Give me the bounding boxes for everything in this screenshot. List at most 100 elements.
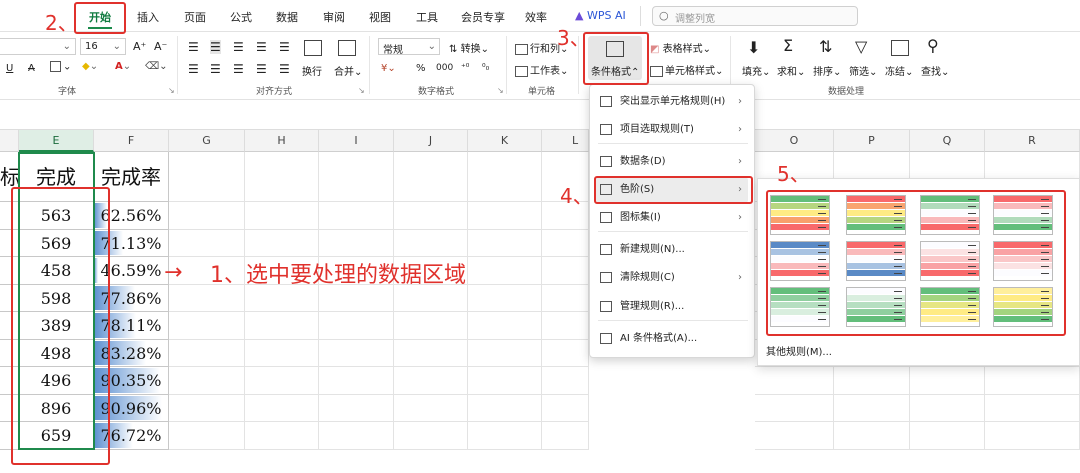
tab-insert[interactable]: 插入: [137, 9, 159, 25]
empty-cell[interactable]: [245, 367, 319, 395]
empty-cell[interactable]: [169, 229, 245, 257]
empty-cell[interactable]: [468, 152, 542, 202]
empty-cell[interactable]: [319, 394, 394, 422]
empty-cell[interactable]: [542, 229, 589, 257]
font-size-select[interactable]: 16 ⌄: [80, 38, 126, 55]
column-header-p[interactable]: P: [834, 130, 910, 152]
align-middle-icon[interactable]: ☰: [210, 40, 221, 54]
menu-item-ai-conditional-format[interactable]: AI 条件格式(A)...: [596, 326, 748, 352]
empty-cell[interactable]: [394, 422, 468, 450]
empty-cell[interactable]: [834, 394, 910, 422]
empty-cell[interactable]: [910, 367, 985, 395]
sort-button[interactable]: 排序⌄: [813, 63, 841, 78]
empty-cell[interactable]: [542, 367, 589, 395]
column-header-h[interactable]: H: [245, 130, 319, 152]
empty-cell[interactable]: [542, 284, 589, 312]
indent-increase-icon[interactable]: ☰: [279, 40, 290, 54]
empty-cell[interactable]: [394, 202, 468, 230]
tab-tools[interactable]: 工具: [416, 9, 438, 25]
column-header-r[interactable]: R: [985, 130, 1080, 152]
more-rules-link[interactable]: 其他规则(M)...: [766, 343, 832, 358]
empty-cell[interactable]: [394, 367, 468, 395]
empty-cell[interactable]: [319, 422, 394, 450]
empty-cell[interactable]: [910, 394, 985, 422]
tab-wps-ai[interactable]: ▲ WPS AI: [575, 9, 626, 22]
empty-cell[interactable]: [394, 394, 468, 422]
empty-cell[interactable]: [245, 422, 319, 450]
justify-icon[interactable]: ☰: [256, 62, 267, 76]
empty-cell[interactable]: [245, 202, 319, 230]
empty-cell[interactable]: [468, 312, 542, 340]
expand-icon[interactable]: ↘: [168, 86, 175, 95]
empty-cell[interactable]: [755, 367, 834, 395]
empty-cell[interactable]: [245, 229, 319, 257]
empty-cell[interactable]: [169, 152, 245, 202]
empty-cell[interactable]: [834, 422, 910, 450]
empty-cell[interactable]: [468, 339, 542, 367]
empty-cell[interactable]: [755, 394, 834, 422]
table-style-button[interactable]: ◩ 表格样式⌄: [650, 40, 711, 55]
empty-cell[interactable]: [394, 312, 468, 340]
empty-cell[interactable]: [319, 367, 394, 395]
column-header-k[interactable]: K: [468, 130, 542, 152]
empty-cell[interactable]: [834, 367, 910, 395]
column-header-o[interactable]: O: [755, 130, 834, 152]
formula-bar[interactable]: [0, 100, 1080, 130]
empty-cell[interactable]: [468, 284, 542, 312]
empty-cell[interactable]: [169, 312, 245, 340]
column-header-e[interactable]: E: [19, 130, 94, 152]
empty-cell[interactable]: [394, 339, 468, 367]
column-header-f[interactable]: F: [94, 130, 169, 152]
tab-review[interactable]: 审阅: [323, 9, 345, 25]
menu-item-icon-sets[interactable]: 图标集(I) ›: [596, 205, 748, 231]
empty-cell[interactable]: [245, 394, 319, 422]
empty-cell[interactable]: [542, 422, 589, 450]
percent-icon[interactable]: %: [416, 63, 426, 74]
expand-icon[interactable]: ↘: [497, 86, 504, 95]
menu-item-top-bottom-rules[interactable]: 项目选取规则(T) ›: [596, 117, 748, 143]
expand-icon[interactable]: ↘: [358, 86, 365, 95]
tab-formula[interactable]: 公式: [230, 9, 252, 25]
currency-icon[interactable]: ¥⌄: [381, 63, 396, 74]
menu-item-highlight-rules[interactable]: 突出显示单元格规则(H) ›: [596, 89, 748, 115]
tab-view[interactable]: 视图: [369, 9, 391, 25]
tab-page[interactable]: 页面: [184, 9, 206, 25]
font-color-icon[interactable]: A⌄: [115, 61, 131, 72]
thousands-icon[interactable]: 000: [436, 63, 453, 73]
decrease-font-icon[interactable]: A⁻: [154, 40, 167, 53]
empty-cell[interactable]: [468, 394, 542, 422]
cell-style-button[interactable]: 单元格样式⌄: [650, 62, 723, 77]
convert-button[interactable]: ⇅ 转换⌄: [449, 40, 489, 55]
empty-cell[interactable]: [542, 339, 589, 367]
menu-item-manage-rules[interactable]: 管理规则(R)...: [596, 294, 748, 320]
distribute-icon[interactable]: ☰: [279, 62, 290, 76]
align-top-icon[interactable]: ☰: [188, 40, 199, 54]
number-format-select[interactable]: 常规 ⌄: [378, 38, 440, 56]
empty-cell[interactable]: [319, 312, 394, 340]
freeze-button[interactable]: 冻结⌄: [885, 63, 913, 78]
increase-decimal-icon[interactable]: ⁺⁰: [461, 63, 469, 73]
empty-cell[interactable]: [169, 367, 245, 395]
empty-cell[interactable]: [468, 257, 542, 285]
empty-cell[interactable]: [169, 422, 245, 450]
empty-cell[interactable]: [245, 312, 319, 340]
align-center-icon[interactable]: ☰: [210, 62, 221, 76]
merge-button[interactable]: 合并⌄: [334, 63, 362, 78]
menu-item-data-bars[interactable]: 数据条(D) ›: [596, 149, 748, 175]
empty-cell[interactable]: [245, 152, 319, 202]
indent-decrease-icon[interactable]: ☰: [256, 40, 267, 54]
menu-item-clear-rules[interactable]: 清除规则(C) ›: [596, 265, 748, 291]
column-header-i[interactable]: I: [319, 130, 394, 152]
empty-cell[interactable]: [468, 367, 542, 395]
menu-item-new-rule[interactable]: 新建规则(N)...: [596, 237, 748, 263]
align-bottom-icon[interactable]: ☰: [233, 40, 244, 54]
align-left-icon[interactable]: ☰: [188, 62, 199, 76]
align-right-icon[interactable]: ☰: [233, 62, 244, 76]
empty-cell[interactable]: [319, 202, 394, 230]
empty-cell[interactable]: [755, 422, 834, 450]
column-header-q[interactable]: Q: [910, 130, 985, 152]
empty-cell[interactable]: [468, 229, 542, 257]
tab-efficiency[interactable]: 效率: [525, 9, 547, 25]
wrap-text-button[interactable]: 换行: [302, 63, 322, 78]
fill-button[interactable]: 填充⌄: [742, 63, 770, 78]
